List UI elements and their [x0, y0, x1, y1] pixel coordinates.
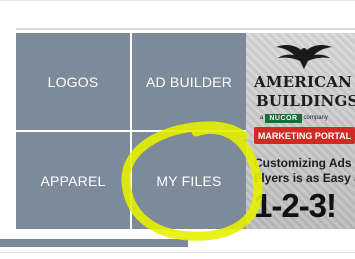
my-files-label: MY FILES — [156, 172, 222, 189]
panel-top-border — [16, 28, 355, 30]
banner-tagline-2: Flyers is as Easy as — [254, 171, 355, 185]
eagle-icon — [276, 45, 332, 69]
logos-label: LOGOS — [47, 73, 99, 90]
bottom-divider — [0, 252, 355, 253]
banner-steps: 1-2-3! — [254, 187, 337, 224]
my-files-tile[interactable]: MY FILES — [132, 132, 246, 229]
apparel-tile[interactable]: APPAREL — [16, 132, 130, 229]
brand-line-2: BUILDINGS — [256, 92, 355, 110]
banner-tagline-1: Customizing Ads or — [254, 156, 355, 170]
logos-tile[interactable]: LOGOS — [16, 33, 130, 130]
apparel-label: APPAREL — [40, 172, 106, 189]
nucor-row: a NUCOR company — [260, 113, 328, 123]
marketing-portal-banner[interactable]: AMERICAN BUILDINGS a NUCOR company MARKE… — [246, 33, 355, 229]
nucor-prefix: a — [260, 115, 264, 121]
ad-builder-tile[interactable]: AD BUILDER — [132, 33, 246, 130]
ad-builder-label: AD BUILDER — [145, 73, 233, 90]
nucor-suffix: company — [303, 115, 328, 121]
nucor-logo: NUCOR — [265, 113, 302, 123]
top-divider — [0, 0, 355, 1]
brand-line-1: AMERICAN — [254, 73, 353, 91]
page: LOGOS AD BUILDER APPAREL MY FILES AMERIC… — [0, 0, 355, 259]
menu-grid: LOGOS AD BUILDER APPAREL MY FILES — [16, 33, 246, 229]
bottom-bar — [0, 239, 188, 247]
marketing-portal-badge: MARKETING PORTAL — [254, 127, 355, 144]
